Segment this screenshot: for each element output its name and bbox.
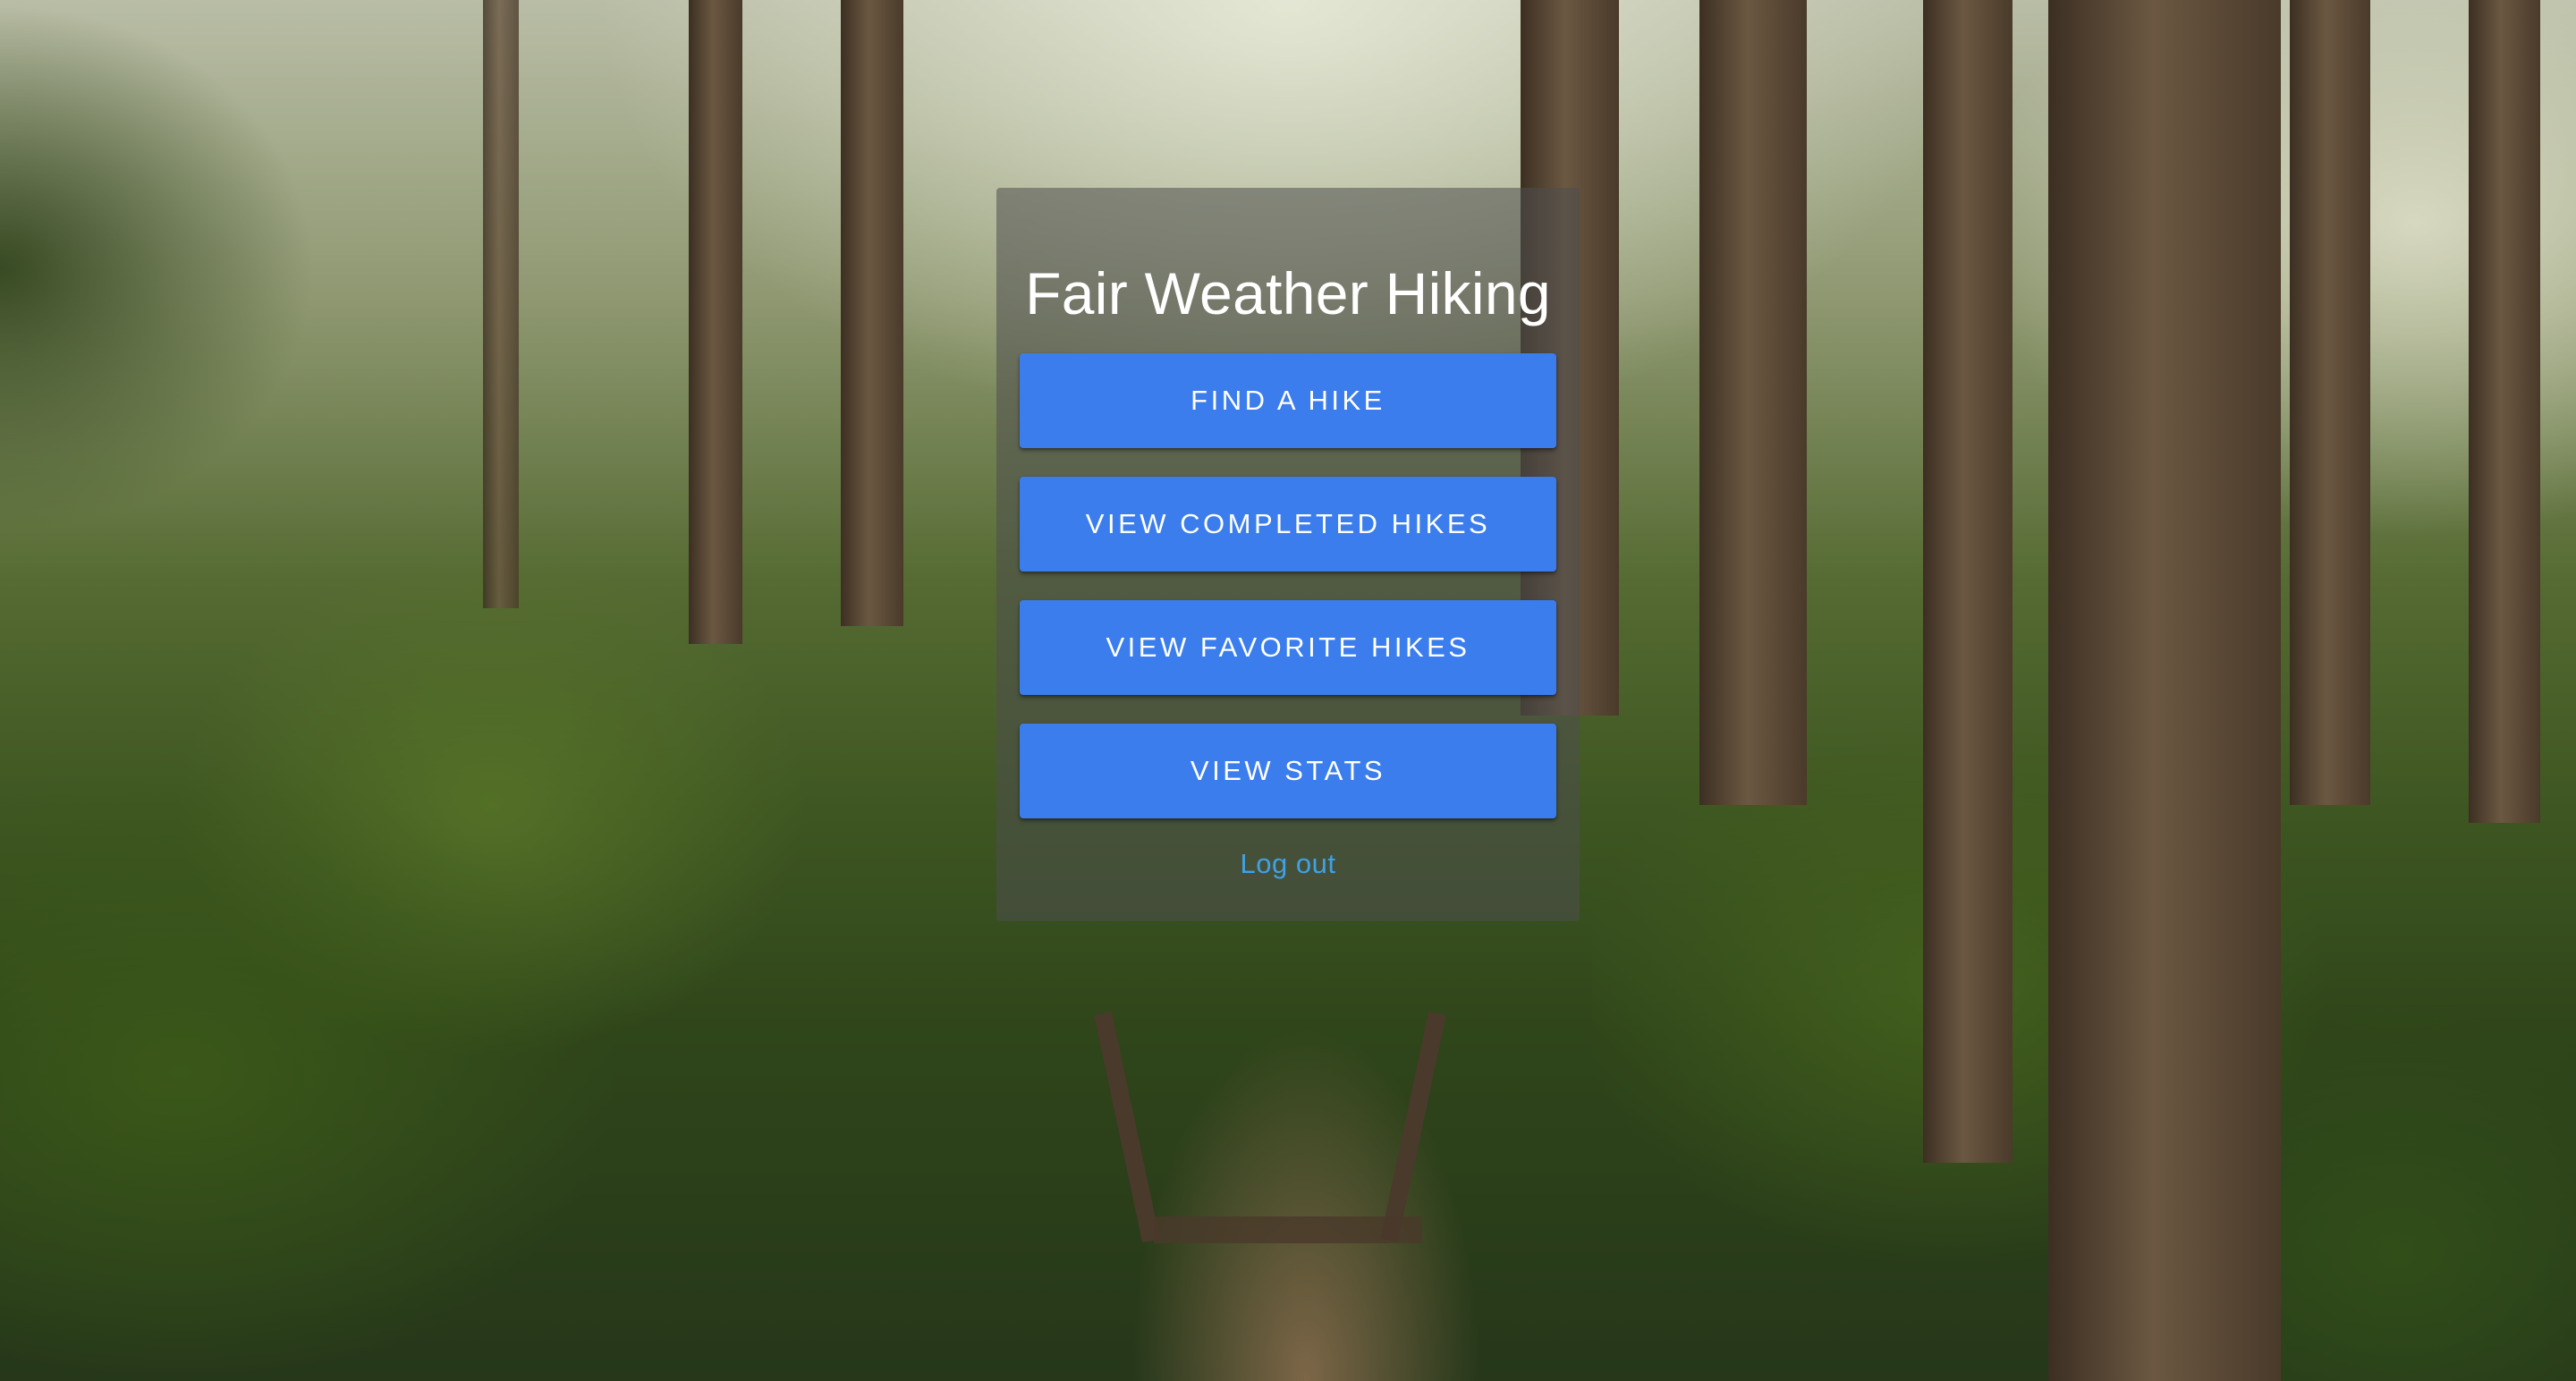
tree-trunk [2048, 0, 2281, 1381]
tree-trunk [1699, 0, 1807, 805]
app-title: Fair Weather Hiking [1025, 260, 1551, 326]
bridge-deck [1154, 1216, 1422, 1243]
find-a-hike-button[interactable]: FIND A HIKE [1020, 353, 1556, 448]
logout-link[interactable]: Log out [0, 848, 2576, 880]
foliage-left [0, 0, 894, 1381]
view-stats-button[interactable]: VIEW STATS [1020, 724, 1556, 818]
view-favorite-hikes-button[interactable]: VIEW FAVORITE HIKES [1020, 600, 1556, 695]
tree-trunk [2469, 0, 2540, 823]
tree-trunk [1923, 0, 2012, 1163]
view-completed-hikes-button[interactable]: VIEW COMPLETED HIKES [1020, 477, 1556, 572]
tree-trunk [2290, 0, 2370, 805]
